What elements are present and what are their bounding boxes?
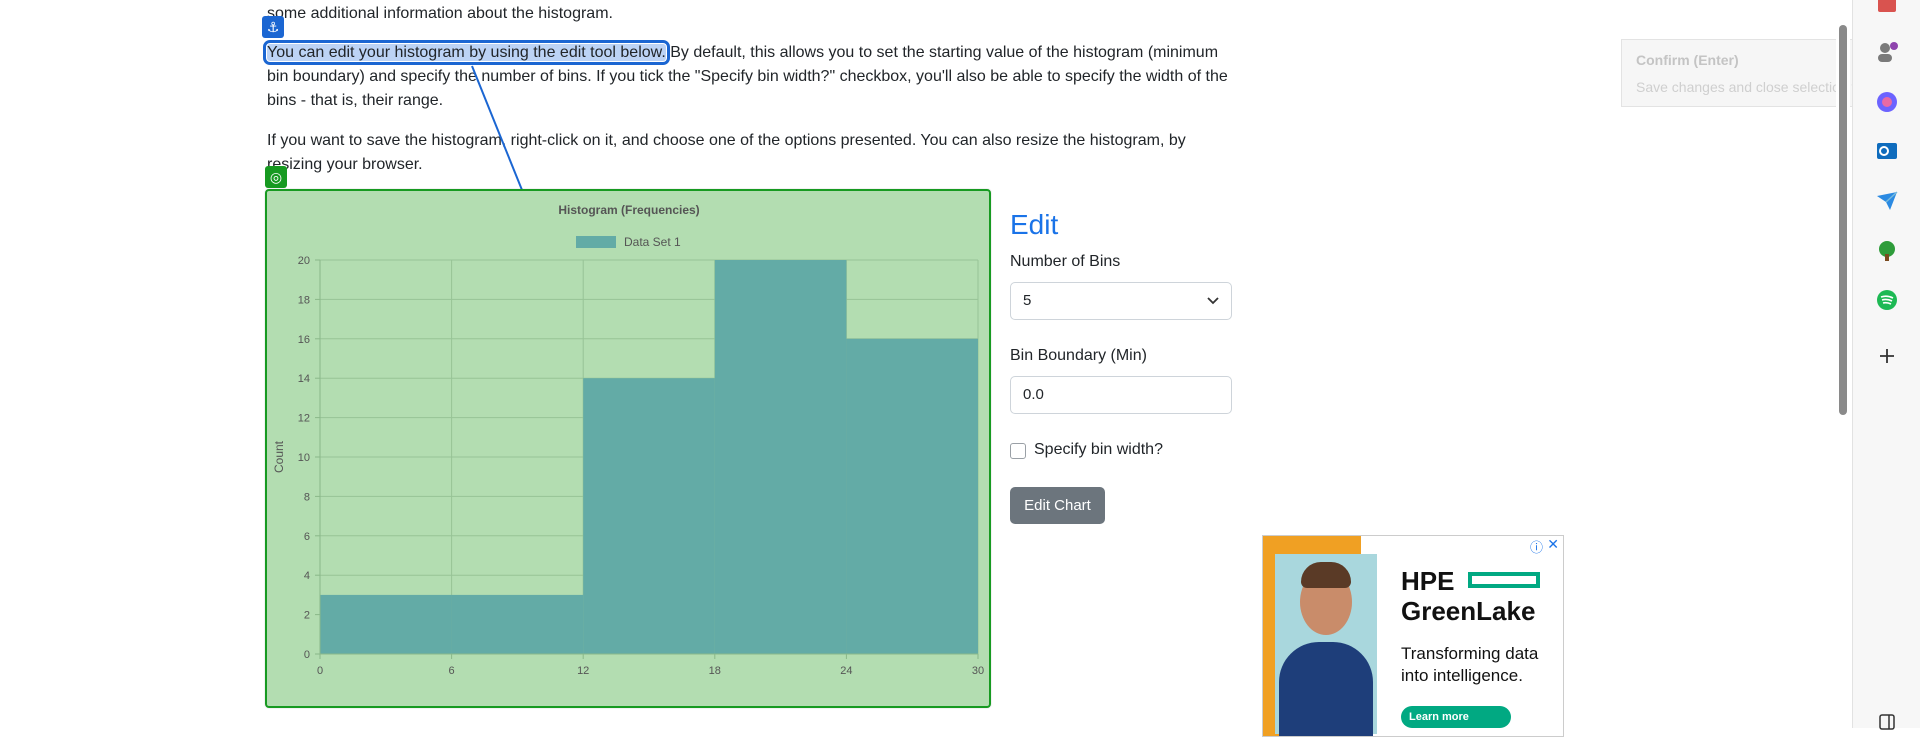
bins-label: Number of Bins — [1010, 253, 1121, 270]
sidebar-toggle-icon[interactable] — [1875, 710, 1899, 734]
y-tick-label: 18 — [298, 294, 310, 306]
boundary-label: Bin Boundary (Min) — [1010, 347, 1147, 364]
toolbox-icon[interactable] — [1875, 0, 1899, 16]
y-tick-label: 14 — [298, 373, 310, 385]
histogram-bar — [846, 338, 978, 654]
bins-select[interactable]: 5 — [1010, 282, 1232, 320]
bin-width-label[interactable]: Specify bin width? — [1034, 441, 1163, 459]
x-tick-label: 24 — [840, 665, 852, 677]
y-tick-label: 2 — [304, 610, 310, 622]
y-tick-label: 16 — [298, 334, 310, 346]
histogram-bar — [320, 594, 452, 654]
tree-icon[interactable] — [1875, 239, 1899, 263]
spotify-icon[interactable] — [1875, 288, 1899, 312]
ad-cta-button[interactable]: Learn more — [1401, 706, 1511, 728]
copilot-icon[interactable] — [1875, 90, 1899, 114]
y-tick-label: 0 — [304, 649, 310, 661]
histogram-bar — [714, 260, 847, 654]
profile-icon[interactable] — [1875, 40, 1899, 64]
edit-heading: Edit — [1010, 209, 1059, 240]
add-icon[interactable] — [1875, 344, 1899, 368]
y-axis-label: Count — [272, 440, 286, 473]
legend-label: Data Set 1 — [624, 235, 681, 249]
advertisement[interactable]: HPE GreenLake Transforming data into int… — [1262, 535, 1564, 737]
legend-swatch — [576, 236, 616, 248]
x-tick-label: 6 — [449, 665, 455, 677]
ad-photo — [1275, 554, 1377, 736]
boundary-input[interactable]: 0.0 — [1010, 376, 1232, 414]
outlook-icon[interactable] — [1875, 139, 1899, 163]
chart-title: Histogram (Frequencies) — [558, 203, 699, 217]
x-tick-label: 30 — [972, 665, 984, 677]
x-tick-label: 0 — [317, 665, 323, 677]
browser-sidebar — [1852, 0, 1920, 730]
send-icon[interactable] — [1875, 189, 1899, 213]
ad-logo-mark — [1468, 572, 1540, 588]
y-tick-label: 6 — [304, 531, 310, 543]
x-tick-label: 12 — [577, 665, 589, 677]
ad-close-icon[interactable]: ✕ — [1547, 536, 1559, 553]
target-icon[interactable]: ◎ — [265, 166, 287, 188]
edit-chart-button[interactable]: Edit Chart — [1010, 487, 1105, 524]
y-tick-label: 8 — [304, 491, 310, 503]
scrollbar-thumb[interactable] — [1839, 25, 1847, 415]
chevron-down-icon — [1207, 283, 1219, 332]
histogram-chart[interactable]: 0 2 4 6 8 10 12 14 16 18 20 0 6 12 18 24 30 Histogram (Fr… — [265, 189, 991, 708]
y-tick-label: 20 — [298, 255, 310, 267]
chart-canvas: 024681012141618200 6 12 18 24 30Histogram (Fr… — [272, 203, 984, 677]
histogram-bar — [451, 594, 584, 654]
histogram-bar — [583, 378, 715, 654]
tooltip-title: Confirm (Enter) — [1636, 52, 1739, 68]
ad-info-icon[interactable]: ⓘ — [1530, 537, 1543, 556]
y-tick-label: 12 — [298, 413, 310, 425]
bin-width-checkbox[interactable] — [1010, 443, 1026, 459]
y-tick-label: 4 — [304, 570, 310, 582]
x-tick-label: 18 — [709, 665, 721, 677]
y-tick-label: 10 — [298, 452, 310, 464]
ad-tagline: Transforming data into intelligence. — [1401, 644, 1539, 685]
